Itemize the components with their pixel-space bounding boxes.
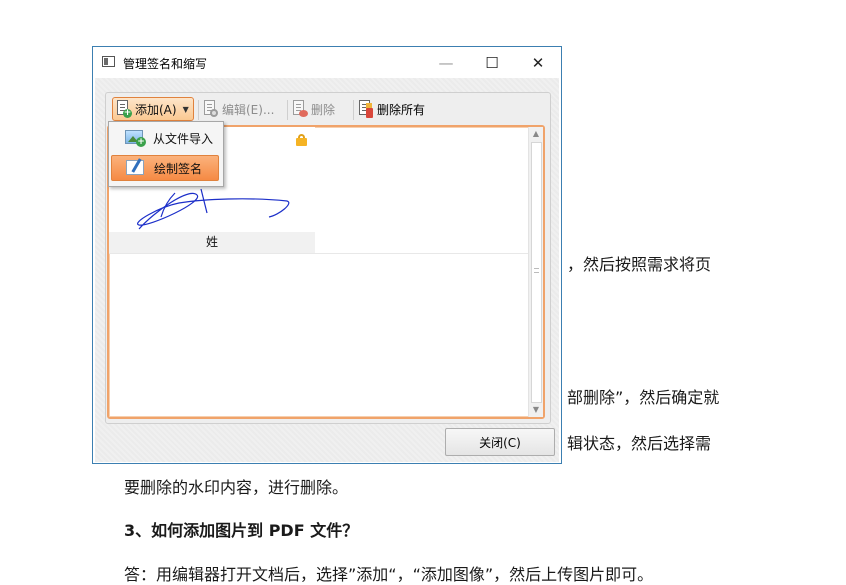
signature-caption: 姓 <box>109 232 315 253</box>
scroll-down-icon[interactable]: ▼ <box>529 403 543 417</box>
menu-item-import-from-file[interactable]: + 从文件导入 <box>111 125 219 151</box>
lock-icon <box>296 134 307 146</box>
delete-all-button-label: 删除所有 <box>377 102 426 117</box>
import-image-icon: + <box>125 128 147 148</box>
manage-signatures-dialog: 管理签名和缩写 — ☐ ✕ + 添加(A) ▼ 编辑(E)... 删除 删除所有… <box>92 46 562 464</box>
edit-button[interactable]: 编辑(E)... <box>204 97 274 121</box>
edit-document-icon <box>204 100 218 118</box>
list-divider <box>109 253 533 254</box>
menu-item-label: 绘制签名 <box>154 161 203 176</box>
delete-button[interactable]: 删除 <box>293 97 335 121</box>
scrollbar-thumb[interactable] <box>531 142 542 403</box>
add-button-label: 添加(A) <box>135 102 177 117</box>
minimize-button[interactable]: — <box>423 47 469 78</box>
delete-document-icon <box>293 100 308 118</box>
dialog-title: 管理签名和缩写 <box>123 57 208 71</box>
delete-all-button[interactable]: 删除所有 <box>359 97 425 121</box>
add-document-icon: + <box>117 100 132 118</box>
chevron-down-icon: ▼ <box>182 104 189 114</box>
add-dropdown-menu: + 从文件导入 绘制签名 <box>108 121 224 187</box>
toolbar-separator <box>287 100 288 120</box>
close-button[interactable]: 关闭(C) <box>445 428 555 456</box>
document-text-line: 要删除的水印内容，进行删除。 <box>124 478 349 497</box>
delete-button-label: 删除 <box>311 102 336 117</box>
document-text-line: ，然后按照需求将页 <box>567 255 712 274</box>
signature-toolbar: + 添加(A) ▼ 编辑(E)... 删除 删除所有 <box>110 97 546 123</box>
close-window-button[interactable]: ✕ <box>515 47 561 78</box>
app-window-icon <box>102 56 115 67</box>
document-heading: 3、如何添加图片到 PDF 文件？ <box>124 521 359 540</box>
document-text-line: 部删除”，然后确定就 <box>567 388 720 407</box>
pen-signature-icon <box>126 158 148 178</box>
toolbar-separator <box>353 100 354 120</box>
menu-item-label: 从文件导入 <box>153 131 214 146</box>
dialog-titlebar[interactable]: 管理签名和缩写 — ☐ ✕ <box>93 47 561 78</box>
vertical-scrollbar[interactable]: ▲ ▼ <box>528 127 543 417</box>
document-text-line: 答：用编辑器打开文档后，选择”添加“，“添加图像”，然后上传图片即可。 <box>124 565 654 584</box>
scroll-up-icon[interactable]: ▲ <box>529 127 543 141</box>
delete-all-icon <box>359 100 373 118</box>
maximize-button[interactable]: ☐ <box>469 47 515 78</box>
edit-button-label: 编辑(E)... <box>222 102 275 117</box>
grip-icon <box>534 268 539 273</box>
toolbar-separator <box>198 100 199 120</box>
menu-item-draw-signature[interactable]: 绘制签名 <box>111 155 219 181</box>
document-text-line: 辑状态，然后选择需 <box>567 434 712 453</box>
add-button[interactable]: + 添加(A) ▼ <box>112 97 194 121</box>
